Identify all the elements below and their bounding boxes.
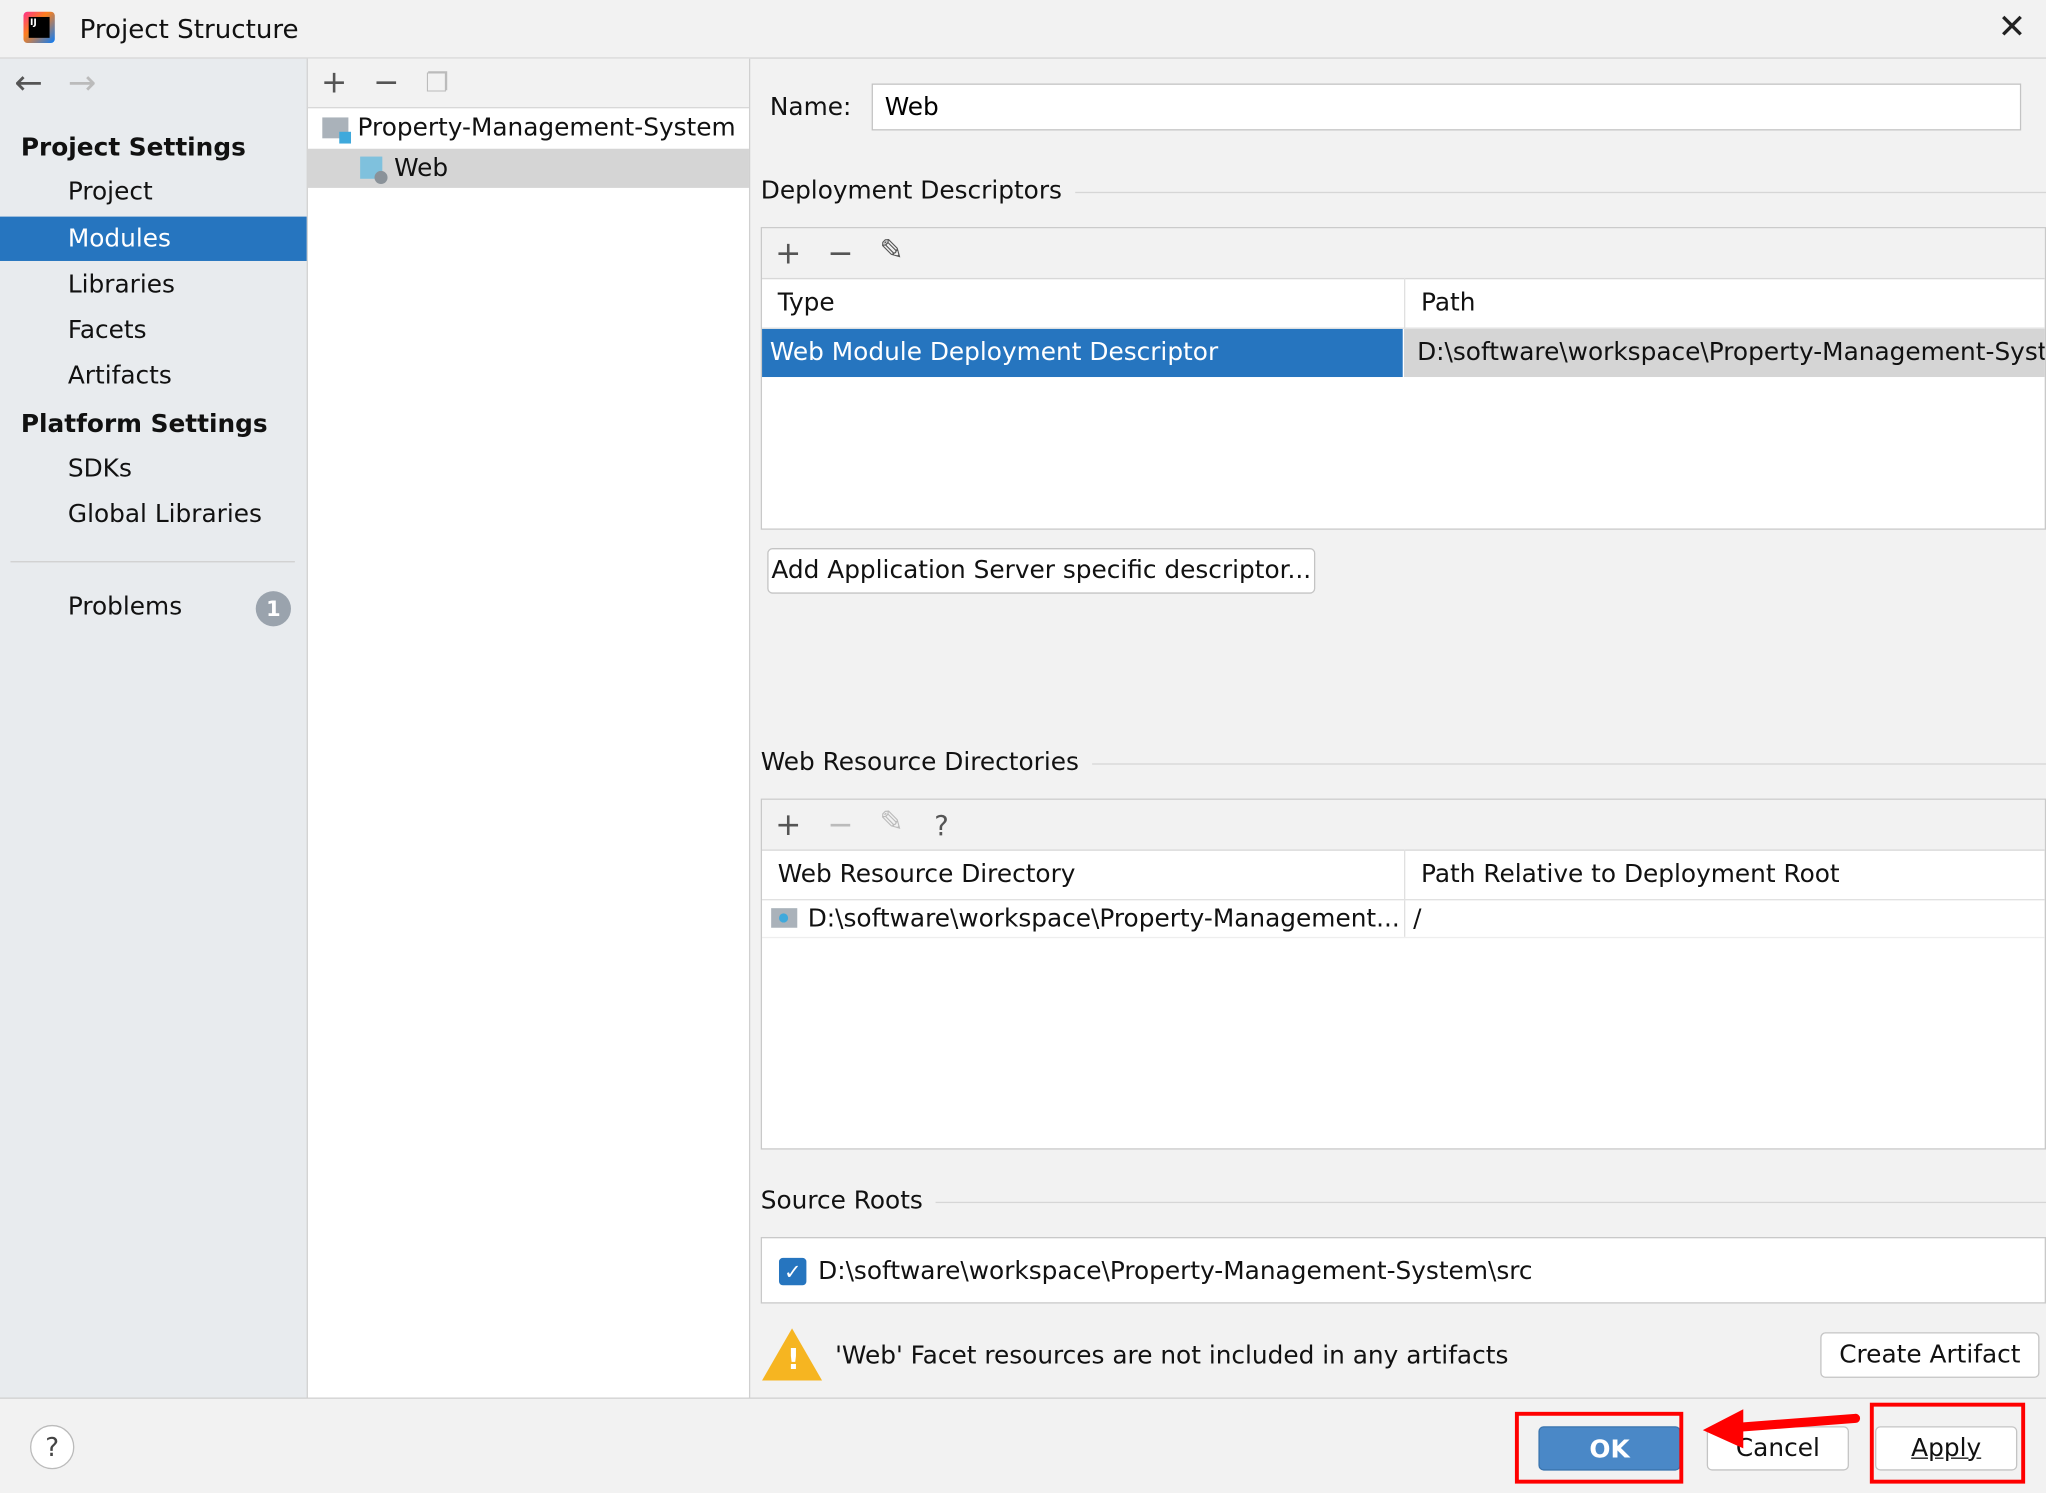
create-artifact-button[interactable]: Create Artifact [1820,1332,2040,1378]
add-icon[interactable]: + [775,237,801,268]
divider [10,561,295,563]
close-icon[interactable]: ✕ [1998,8,2026,47]
sidebar: ← → Project Settings Project Modules Lib… [0,58,308,1398]
sidebar-item-libraries[interactable]: Libraries [0,262,307,306]
warning-text: 'Web' Facet resources are not included i… [835,1341,1509,1371]
table-row[interactable]: D:\software\workspace\Property-Managemen… [762,900,2045,939]
column-web-resource-directory[interactable]: Web Resource Directory [778,849,1076,899]
warning-icon-mark: ! [786,1343,800,1377]
tree-item[interactable]: Web [307,148,749,188]
source-roots-list: ✓ D:\software\workspace\Property-Managem… [760,1236,2046,1304]
module-folder-icon [322,117,352,144]
annotation-box-ok [1514,1411,1684,1484]
problems-count-badge: 1 [255,591,291,627]
column-path-relative[interactable]: Path Relative to Deployment Root [1404,849,2045,900]
web-folder-icon [771,908,798,928]
web-resource-directories-heading: Web Resource Directories [760,747,2046,779]
sidebar-item-sdks[interactable]: SDKs [0,446,307,490]
sidebar-item-global-libraries[interactable]: Global Libraries [0,492,307,536]
column-type[interactable]: Type [778,278,835,328]
arrow-left-icon[interactable]: ← [14,64,42,103]
dir-cell: D:\software\workspace\Property-Managemen… [807,904,1400,933]
project-settings-heading: Project Settings [20,133,246,162]
source-root-path: D:\software\workspace\Property-Managemen… [818,1256,1533,1286]
table-header: Web Resource Directory Path Relative to … [762,849,2045,901]
add-icon[interactable]: + [321,67,347,98]
web-facet-icon [360,156,388,184]
remove-icon[interactable]: − [827,237,853,268]
name-input[interactable] [871,83,2022,131]
help-icon[interactable]: ? [934,810,949,841]
tree-item-label: Web [394,153,449,183]
web-resource-directories-table: + − ✎ ? Web Resource Directory Path Rela… [760,798,2046,1150]
window-title: Project Structure [79,13,299,45]
edit-icon[interactable]: ✎ [879,236,903,267]
name-label: Name: [769,92,852,122]
add-server-descriptor-button[interactable]: Add Application Server specific descript… [767,548,1316,594]
source-root-checkbox[interactable]: ✓ [778,1257,807,1286]
arrow-right-icon[interactable]: → [68,64,96,103]
relative-path-cell: / [1404,900,1422,937]
annotation-box-apply [1869,1402,2026,1484]
path-cell: D:\software\workspace\Property-Managemen… [1404,328,2045,378]
module-tree-panel: + − ❐ Property-Management-System Web [307,58,751,1398]
sidebar-item-facets[interactable]: Facets [0,308,307,352]
source-roots-heading: Source Roots [760,1186,2046,1217]
sidebar-item-artifacts[interactable]: Artifacts [0,354,307,398]
column-path[interactable]: Path [1404,277,2045,328]
tree-item[interactable]: Property-Management-System [308,110,749,149]
copy-icon[interactable]: ❐ [425,67,448,98]
add-icon[interactable]: + [775,809,801,840]
sidebar-item-modules[interactable]: Modules [0,216,307,261]
sidebar-item-project[interactable]: Project [0,170,307,214]
tree-toolbar: + − ❐ [307,58,749,109]
problems-label: Problems [67,592,183,622]
deployment-descriptors-table: + − ✎ Type Path Web Module Deployment De… [760,227,2046,530]
edit-icon[interactable]: ✎ [879,807,903,839]
table-header: Type Path [762,277,2045,329]
platform-settings-heading: Platform Settings [20,409,268,439]
tree-item-label: Property-Management-System [357,113,736,143]
table-row[interactable]: Web Module Deployment Descriptor D:\soft… [762,328,2045,378]
title-bar: IJ Project Structure ✕ [0,0,2046,59]
help-button[interactable]: ? [30,1424,75,1470]
annotation-arrow [1702,1409,1861,1449]
remove-icon[interactable]: − [827,809,853,840]
intellij-idea-icon: IJ [23,11,55,44]
deployment-descriptors-heading: Deployment Descriptors [760,176,2046,207]
type-cell: Web Module Deployment Descriptor [762,328,1403,378]
remove-icon[interactable]: − [373,67,399,98]
